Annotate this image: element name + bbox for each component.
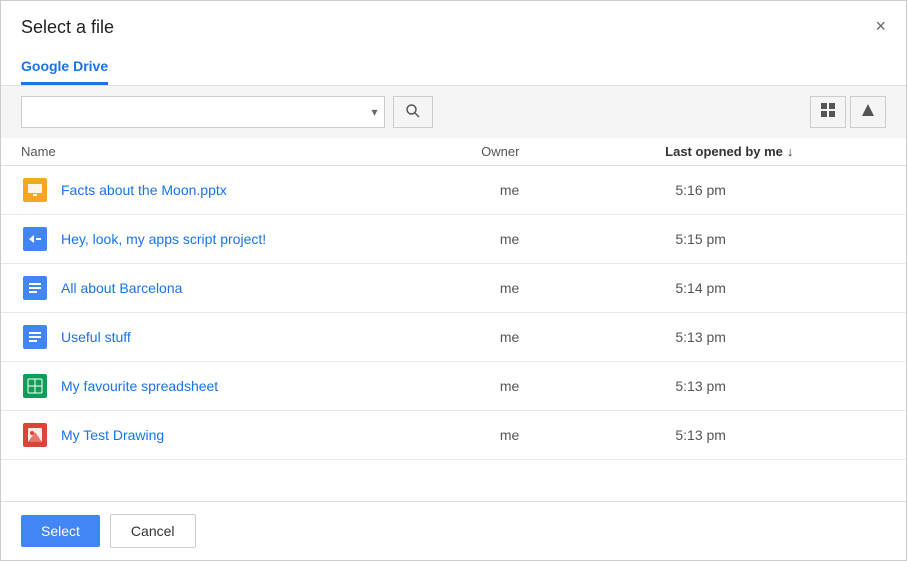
table-row[interactable]: Useful stuffme5:13 pm: [1, 313, 906, 362]
table-row[interactable]: Facts about the Moon.pptxme5:16 pm: [1, 166, 906, 215]
search-dropdown-button[interactable]: ▾: [365, 105, 383, 119]
file-owner: me: [500, 329, 676, 345]
cancel-button[interactable]: Cancel: [110, 514, 196, 548]
toolbar: ▾: [1, 86, 906, 138]
table-row[interactable]: My favourite spreadsheetme5:13 pm: [1, 362, 906, 411]
file-owner: me: [500, 427, 676, 443]
search-button[interactable]: [393, 96, 433, 128]
table-row[interactable]: All about Barceloname5:14 pm: [1, 264, 906, 313]
select-file-dialog: Select a file × Google Drive ▾: [0, 0, 907, 561]
file-icon: [21, 372, 49, 400]
docs-icon: [23, 325, 47, 349]
search-icon: [405, 103, 421, 122]
table-row[interactable]: Hey, look, my apps script project!me5:15…: [1, 215, 906, 264]
sort-view-button[interactable]: [850, 96, 886, 128]
file-name: Facts about the Moon.pptx: [61, 182, 500, 198]
view-buttons: [810, 96, 886, 128]
file-list: Facts about the Moon.pptxme5:16 pmHey, l…: [1, 166, 906, 501]
file-owner: me: [500, 378, 676, 394]
sort-arrow-icon: ↓: [787, 144, 794, 159]
search-container: ▾: [21, 96, 385, 128]
file-date: 5:15 pm: [675, 231, 886, 247]
file-date: 5:13 pm: [675, 329, 886, 345]
tab-google-drive[interactable]: Google Drive: [21, 50, 108, 85]
file-owner: me: [500, 231, 676, 247]
file-name: All about Barcelona: [61, 280, 500, 296]
script-icon: [23, 227, 47, 251]
dialog-title: Select a file: [21, 17, 114, 38]
docs-icon: [23, 276, 47, 300]
dialog-footer: Select Cancel: [1, 501, 906, 560]
file-date: 5:13 pm: [675, 378, 886, 394]
file-date: 5:16 pm: [675, 182, 886, 198]
file-icon: [21, 274, 49, 302]
grid-view-button[interactable]: [810, 96, 846, 128]
file-icon: [21, 225, 49, 253]
col-owner-header: Owner: [481, 144, 665, 159]
file-name: Hey, look, my apps script project!: [61, 231, 500, 247]
file-owner: me: [500, 280, 676, 296]
drawing-icon: [23, 423, 47, 447]
file-name: Useful stuff: [61, 329, 500, 345]
file-owner: me: [500, 182, 676, 198]
file-name: My favourite spreadsheet: [61, 378, 500, 394]
slides-icon: [23, 178, 47, 202]
file-date: 5:13 pm: [675, 427, 886, 443]
sheets-icon: [23, 374, 47, 398]
col-name-header: Name: [21, 144, 481, 159]
select-button[interactable]: Select: [21, 515, 100, 547]
file-list-header: Name Owner Last opened by me ↓: [1, 138, 906, 166]
sort-icon: [860, 102, 876, 123]
file-icon: [21, 176, 49, 204]
close-button[interactable]: ×: [875, 17, 886, 35]
dialog-header: Select a file ×: [1, 1, 906, 38]
file-name: My Test Drawing: [61, 427, 500, 443]
tab-bar: Google Drive: [1, 50, 906, 86]
file-date: 5:14 pm: [675, 280, 886, 296]
grid-icon: [820, 102, 836, 123]
file-icon: [21, 323, 49, 351]
search-input[interactable]: [22, 101, 365, 124]
col-last-header[interactable]: Last opened by me ↓: [665, 144, 886, 159]
table-row[interactable]: My Test Drawingme5:13 pm: [1, 411, 906, 460]
file-icon: [21, 421, 49, 449]
